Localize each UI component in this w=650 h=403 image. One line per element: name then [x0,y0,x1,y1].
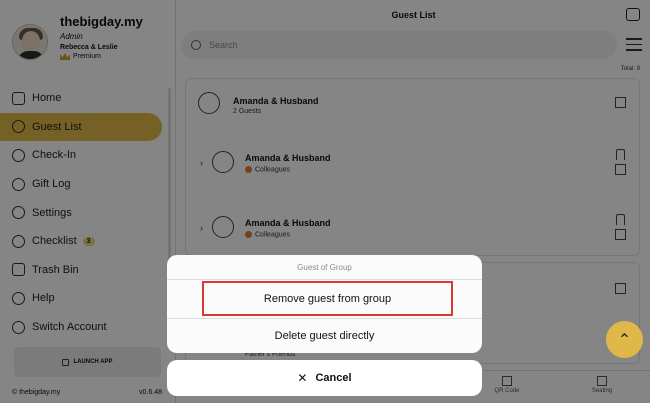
scroll-top-button[interactable]: ⌃ [606,321,643,358]
chevron-up-icon: ⌃ [617,331,632,349]
action-sheet-title: Guest of Group [297,263,352,272]
delete-guest-button[interactable]: Delete guest directly [167,319,482,353]
divider [167,279,482,280]
close-icon: ✕ [297,371,308,385]
remove-from-group-button[interactable]: Remove guest from group [202,281,453,316]
cancel-label: Cancel [315,372,352,384]
action-sheet: Guest of Group Remove guest from group D… [167,255,482,353]
cancel-button[interactable]: ✕ Cancel [167,360,482,396]
